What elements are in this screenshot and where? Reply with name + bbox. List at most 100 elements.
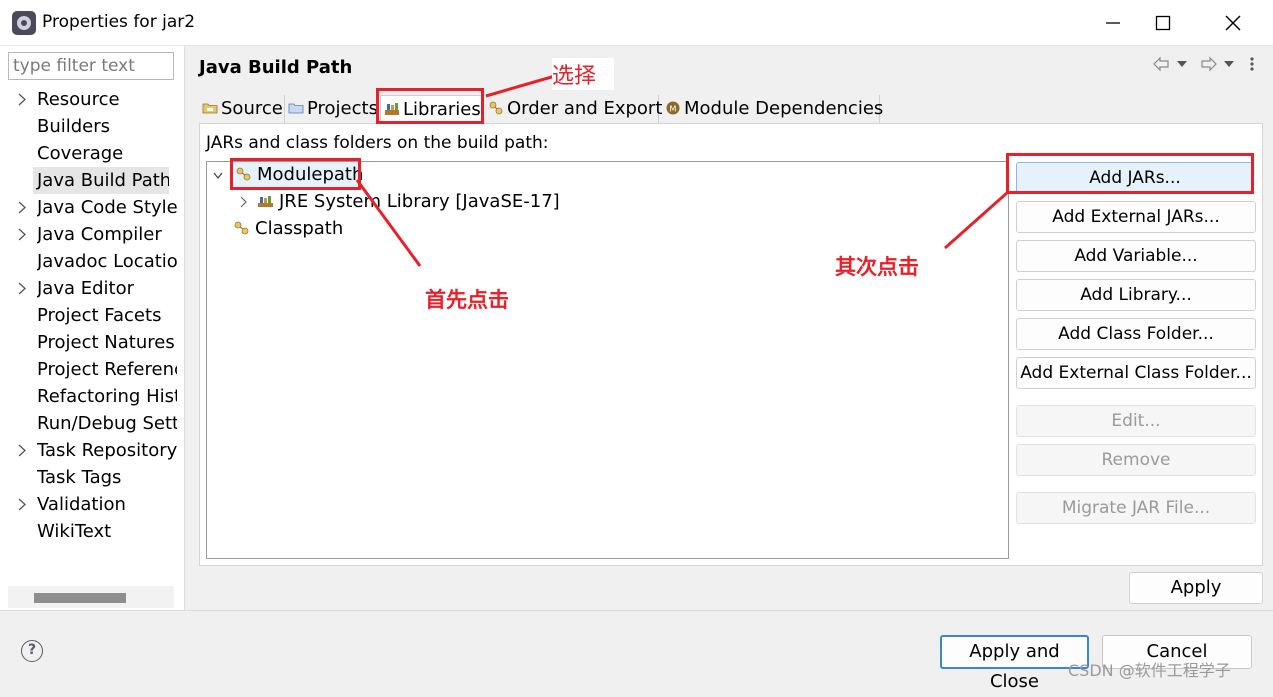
- migrate-jar-file-button[interactable]: Migrate JAR File...: [1016, 492, 1256, 524]
- edit-button[interactable]: Edit...: [1016, 405, 1256, 437]
- sidebar-item-label: Task Tags: [37, 467, 122, 488]
- tree-item-classpath[interactable]: Classpath: [233, 216, 343, 242]
- annotation-box-modulepath: [230, 158, 361, 190]
- sidebar-item-refactoring-history[interactable]: Refactoring History: [0, 383, 185, 410]
- tab-label: Order and Export: [507, 98, 663, 119]
- watermark: CSDN @软件工程学子: [1068, 661, 1231, 680]
- sidebar-item-label: Coverage: [37, 143, 124, 164]
- add-variable-button[interactable]: Add Variable...: [1016, 240, 1256, 272]
- build-path-label: JARs and class folders on the build path…: [206, 133, 549, 153]
- sidebar-item-builders[interactable]: Builders: [0, 113, 185, 140]
- chevron-right-icon[interactable]: [16, 437, 30, 464]
- title-bar: Properties for jar2: [0, 0, 1273, 46]
- annotation-second-click-text: 其次点击: [835, 255, 919, 279]
- sidebar-item-label: Validation: [37, 494, 126, 515]
- sidebar-item-java-code-style[interactable]: Java Code Style: [0, 194, 185, 221]
- tab-module-dependencies[interactable]: M Module Dependencies: [662, 95, 884, 123]
- sidebar-item-label: Project Facets: [37, 305, 162, 326]
- forward-menu-chevron-icon[interactable]: [1224, 61, 1234, 67]
- order-export-icon: [489, 101, 503, 115]
- sidebar-horizontal-scrollbar[interactable]: [8, 586, 174, 608]
- back-arrow-icon[interactable]: [1153, 56, 1169, 72]
- sidebar-item-java-compiler[interactable]: Java Compiler: [0, 221, 185, 248]
- sidebar: Resource Builders Coverage Java Build Pa…: [0, 46, 185, 610]
- more-options-icon[interactable]: [1250, 57, 1254, 71]
- add-external-class-folder-button[interactable]: Add External Class Folder...: [1016, 357, 1256, 389]
- sidebar-item-label: Project Natures: [37, 332, 175, 353]
- sidebar-item-label: WikiText: [37, 521, 112, 542]
- chevron-right-icon[interactable]: [237, 194, 249, 213]
- chevron-down-icon[interactable]: [212, 168, 224, 187]
- add-library-button[interactable]: Add Library...: [1016, 279, 1256, 311]
- remove-button[interactable]: Remove: [1016, 444, 1256, 476]
- sidebar-item-java-build-path[interactable]: Java Build Path: [0, 167, 185, 194]
- sidebar-item-project-natures[interactable]: Project Natures: [0, 329, 185, 356]
- sidebar-item-label: Java Editor: [37, 278, 135, 299]
- tab-label: Projects: [307, 98, 378, 119]
- sidebar-item-label: Builders: [37, 116, 111, 137]
- annotation-select-text: 选择: [552, 58, 615, 90]
- add-class-folder-button[interactable]: Add Class Folder...: [1016, 318, 1256, 350]
- sidebar-item-run-debug-settings[interactable]: Run/Debug Settings: [0, 410, 185, 437]
- module-icon: M: [666, 101, 680, 115]
- tab-source[interactable]: Source: [199, 95, 285, 123]
- back-menu-chevron-icon[interactable]: [1177, 61, 1187, 67]
- sidebar-item-java-editor[interactable]: Java Editor: [0, 275, 185, 302]
- sidebar-item-label: Refactoring History: [37, 386, 177, 407]
- sidebar-item-resource[interactable]: Resource: [0, 86, 185, 113]
- chevron-right-icon[interactable]: [16, 275, 30, 302]
- tree-item-label: Classpath: [255, 218, 344, 239]
- annotation-box-add-jars: [1006, 153, 1254, 194]
- chevron-right-icon[interactable]: [16, 491, 30, 518]
- svg-text:M: M: [670, 105, 677, 114]
- chevron-right-icon[interactable]: [16, 86, 30, 113]
- sidebar-item-task-tags[interactable]: Task Tags: [0, 464, 185, 491]
- sidebar-item-wikitext[interactable]: WikiText: [0, 518, 185, 545]
- build-path-tree[interactable]: Modulepath JRE System Library [JavaSE-17…: [206, 161, 1009, 559]
- sidebar-item-project-references[interactable]: Project References: [0, 356, 185, 383]
- page-title: Java Build Path: [199, 57, 353, 78]
- eclipse-app-icon: [12, 11, 36, 35]
- sidebar-item-label: Project References: [37, 359, 177, 380]
- sidebar-item-label: Run/Debug Settings: [37, 413, 177, 434]
- close-icon: [1225, 15, 1241, 31]
- minimize-button[interactable]: [1090, 0, 1136, 46]
- sidebar-item-label: Javadoc Location: [37, 251, 177, 272]
- tab-label: Source: [221, 98, 283, 119]
- window-title: Properties for jar2: [42, 12, 196, 32]
- sidebar-item-label: Java Build Path: [33, 167, 169, 194]
- maximize-button[interactable]: [1140, 0, 1186, 46]
- tab-label: Module Dependencies: [684, 98, 884, 119]
- sidebar-item-coverage[interactable]: Coverage: [0, 140, 185, 167]
- annotation-box-libraries: [376, 88, 484, 124]
- tab-order-and-export[interactable]: Order and Export: [485, 95, 663, 123]
- tree-item-label: JRE System Library [JavaSE-17]: [279, 191, 560, 212]
- scrollbar-thumb[interactable]: [34, 593, 126, 603]
- maximize-icon: [1155, 15, 1171, 31]
- property-page-tree: Resource Builders Coverage Java Build Pa…: [0, 86, 185, 545]
- apply-button[interactable]: Apply: [1129, 572, 1263, 604]
- sidebar-item-label: Resource: [37, 89, 120, 110]
- sidebar-item-validation[interactable]: Validation: [0, 491, 185, 518]
- help-icon[interactable]: ?: [21, 640, 43, 662]
- sidebar-item-project-facets[interactable]: Project Facets: [0, 302, 185, 329]
- source-folder-icon: [202, 103, 218, 114]
- classpath-icon: [234, 221, 249, 235]
- filter-input[interactable]: [8, 52, 174, 80]
- annotation-arrow-select: [485, 74, 556, 98]
- chevron-right-icon[interactable]: [16, 221, 30, 248]
- tree-item-jre-system-library[interactable]: JRE System Library [JavaSE-17]: [257, 189, 560, 215]
- sidebar-item-task-repository[interactable]: Task Repository: [0, 437, 185, 464]
- apply-and-close-button[interactable]: Apply and Close: [940, 635, 1089, 692]
- close-button[interactable]: [1210, 0, 1256, 46]
- sidebar-item-javadoc-location[interactable]: Javadoc Location: [0, 248, 185, 275]
- add-external-jars-button[interactable]: Add External JARs...: [1016, 201, 1256, 233]
- projects-icon: [288, 103, 304, 114]
- chevron-right-icon[interactable]: [16, 194, 30, 221]
- tab-projects[interactable]: Projects: [285, 95, 378, 123]
- sidebar-item-label: Task Repository: [37, 440, 177, 461]
- forward-arrow-icon[interactable]: [1201, 56, 1217, 72]
- minimize-icon: [1106, 22, 1120, 24]
- annotation-first-click-text: 首先点击: [425, 288, 509, 312]
- library-icon: [258, 196, 273, 207]
